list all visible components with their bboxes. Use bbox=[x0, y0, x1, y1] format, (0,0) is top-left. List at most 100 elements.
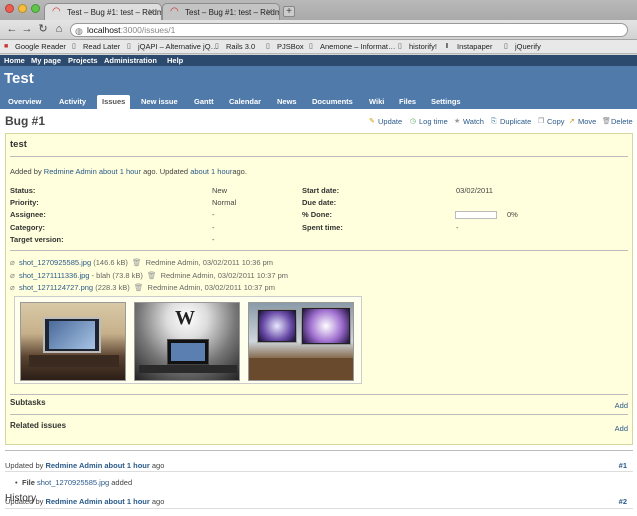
browser-tab-inactive[interactable]: ◠ Test – Bug #1: test – Redmine ✕ bbox=[162, 3, 280, 20]
journal-ago-link[interactable]: about 1 hour bbox=[104, 461, 149, 470]
attachment-item: ⌀ shot_1271111336.jpg - blah (73.8 kB) 🗑… bbox=[10, 271, 288, 280]
top-menu: Home My page Projects Administration Hel… bbox=[0, 55, 637, 66]
reload-icon[interactable]: ↻ bbox=[37, 23, 49, 36]
attachment-item: ⌀ shot_1271124727.png (228.3 kB) 🗑 Redmi… bbox=[10, 283, 275, 292]
paperclip-icon: ⌀ bbox=[10, 258, 15, 267]
zoom-window-button[interactable] bbox=[31, 4, 40, 13]
updated-ago-link[interactable]: about 1 hour bbox=[190, 167, 232, 176]
address-bar[interactable]: ◍ localhost:3000/issues/1 bbox=[70, 23, 628, 37]
progress-bar bbox=[455, 211, 497, 219]
project-title[interactable]: Test bbox=[4, 70, 34, 87]
tab-settings[interactable]: Settings bbox=[426, 95, 466, 109]
top-menu-projects[interactable]: Projects bbox=[68, 55, 98, 66]
copy-link[interactable]: ❐ Copy bbox=[538, 117, 565, 126]
top-menu-home[interactable]: Home bbox=[4, 55, 25, 66]
tab-wiki[interactable]: Wiki bbox=[364, 95, 389, 109]
top-menu-administration[interactable]: Administration bbox=[104, 55, 157, 66]
bookmark-jqapi[interactable]: ▯ jQAPI – Alternative jQ… bbox=[127, 41, 218, 53]
bookmark-label: Rails 3.0 bbox=[226, 42, 256, 51]
priority-value: Normal bbox=[212, 198, 237, 207]
added-ago-link[interactable]: about 1 hour bbox=[99, 167, 141, 176]
forward-arrow-icon[interactable]: → bbox=[21, 23, 33, 36]
author-link[interactable]: Redmine Admin bbox=[44, 167, 97, 176]
attachment-link[interactable]: shot_1271111336.jpg bbox=[19, 271, 89, 280]
bookmark-read-later[interactable]: ▯ Read Later bbox=[72, 41, 120, 53]
close-tab-icon[interactable]: ✕ bbox=[147, 4, 155, 20]
thumbnail-image[interactable] bbox=[20, 302, 126, 381]
percent-done-label: % Done: bbox=[302, 210, 332, 219]
delete-label: Delete bbox=[611, 117, 633, 126]
tab-new-issue[interactable]: New issue bbox=[136, 95, 183, 109]
issue-title: Bug #1 bbox=[5, 114, 46, 128]
bookmark-pjsbox[interactable]: ▯ PJSBox bbox=[266, 41, 304, 53]
bookmark-jquerify[interactable]: ▯ jQuerify bbox=[504, 41, 541, 53]
journal-prefix: Updated by bbox=[5, 461, 44, 470]
journal-ago-link[interactable]: about 1 hour bbox=[104, 497, 149, 506]
add-subtask-link[interactable]: Add bbox=[615, 401, 628, 410]
minimize-window-button[interactable] bbox=[18, 4, 27, 13]
move-link[interactable]: ➚ Move bbox=[569, 117, 596, 126]
bookmarks-bar: ■ Google Reader ▯ Read Later ▯ jQAPI – Alte… bbox=[0, 40, 637, 54]
log-time-label: Log time bbox=[419, 117, 448, 126]
tab-activity[interactable]: Activity bbox=[54, 95, 91, 109]
percent-done-value: 0% bbox=[507, 210, 518, 219]
bookmark-icon: ▯ bbox=[127, 43, 131, 50]
tab-news[interactable]: News bbox=[272, 95, 302, 109]
duplicate-icon: ⎘ bbox=[491, 118, 497, 125]
tab-calendar[interactable]: Calendar bbox=[224, 95, 266, 109]
top-menu-help[interactable]: Help bbox=[167, 55, 183, 66]
top-menu-my-page[interactable]: My page bbox=[31, 55, 61, 66]
duplicate-label: Duplicate bbox=[500, 117, 532, 126]
journal-suffix: ago bbox=[151, 461, 165, 470]
divider bbox=[10, 250, 628, 251]
thumbnail-image[interactable]: W bbox=[134, 302, 240, 381]
bookmark-label: Google Reader bbox=[15, 42, 66, 51]
tab-gantt[interactable]: Gantt bbox=[189, 95, 219, 109]
delete-attachment-icon[interactable]: 🗑 bbox=[130, 258, 144, 267]
tab-overview[interactable]: Overview bbox=[3, 95, 46, 109]
home-icon[interactable]: ⌂ bbox=[53, 23, 65, 36]
assignee-value: - bbox=[212, 210, 215, 219]
journal-user-link[interactable]: Redmine Admin bbox=[45, 497, 102, 506]
thumbnail-image[interactable] bbox=[248, 302, 354, 381]
move-arrow-icon: ➚ bbox=[569, 118, 575, 125]
log-time-link[interactable]: ◷ Log time bbox=[410, 117, 448, 126]
bookmark-icon: ▯ bbox=[215, 43, 219, 50]
divider bbox=[5, 508, 633, 509]
journal-number-link[interactable]: #1 bbox=[619, 461, 627, 470]
bookmark-historify[interactable]: ▯ historify! bbox=[398, 41, 437, 53]
copy-label: Copy bbox=[547, 117, 565, 126]
watch-link[interactable]: ★ Watch bbox=[454, 117, 484, 126]
delete-link[interactable]: 🗑 Delete bbox=[602, 117, 633, 126]
delete-attachment-icon[interactable]: 🗑 bbox=[145, 271, 159, 280]
journal-number-link[interactable]: #2 bbox=[619, 497, 627, 506]
close-window-button[interactable] bbox=[5, 4, 14, 13]
target-version-label: Target version: bbox=[10, 235, 64, 244]
tab-documents[interactable]: Documents bbox=[307, 95, 358, 109]
bookmark-google-reader[interactable]: ■ Google Reader bbox=[4, 41, 66, 53]
attachment-link[interactable]: shot_1271124727.png bbox=[19, 283, 93, 292]
journal-user-link[interactable]: Redmine Admin bbox=[45, 461, 102, 470]
tab-issues[interactable]: Issues bbox=[97, 95, 131, 109]
tab-files[interactable]: Files bbox=[394, 95, 421, 109]
detail-file-link[interactable]: shot_1270925585.jpg bbox=[37, 478, 109, 487]
bookmark-rails[interactable]: ▯ Rails 3.0 bbox=[215, 41, 255, 53]
delete-attachment-icon[interactable]: 🗑 bbox=[132, 283, 146, 292]
new-tab-button[interactable]: + bbox=[283, 6, 295, 17]
attachment-size: (146.6 kB) bbox=[93, 258, 128, 267]
url-host: localhost bbox=[87, 25, 121, 35]
divider bbox=[5, 471, 633, 472]
updated-text: ago. Updated bbox=[143, 167, 189, 176]
attachment-size: (228.3 kB) bbox=[95, 283, 130, 292]
copy-icon: ❐ bbox=[538, 118, 545, 125]
back-arrow-icon[interactable]: ← bbox=[6, 23, 18, 36]
browser-tab-active[interactable]: ◠ Test – Bug #1: test – Redmine ✕ bbox=[44, 3, 162, 20]
duplicate-link[interactable]: ⎘ Duplicate bbox=[491, 117, 531, 126]
bookmark-anemone[interactable]: ▯ Anemone – Informat… bbox=[309, 41, 395, 53]
close-tab-icon[interactable]: ✕ bbox=[265, 4, 273, 20]
update-link[interactable]: ✎ Update bbox=[369, 117, 402, 126]
category-label: Category: bbox=[10, 223, 46, 232]
bookmark-instapaper[interactable]: I Instapaper bbox=[446, 41, 492, 53]
add-related-issue-link[interactable]: Add bbox=[615, 424, 628, 433]
attachment-link[interactable]: shot_1270925585.jpg bbox=[19, 258, 91, 267]
